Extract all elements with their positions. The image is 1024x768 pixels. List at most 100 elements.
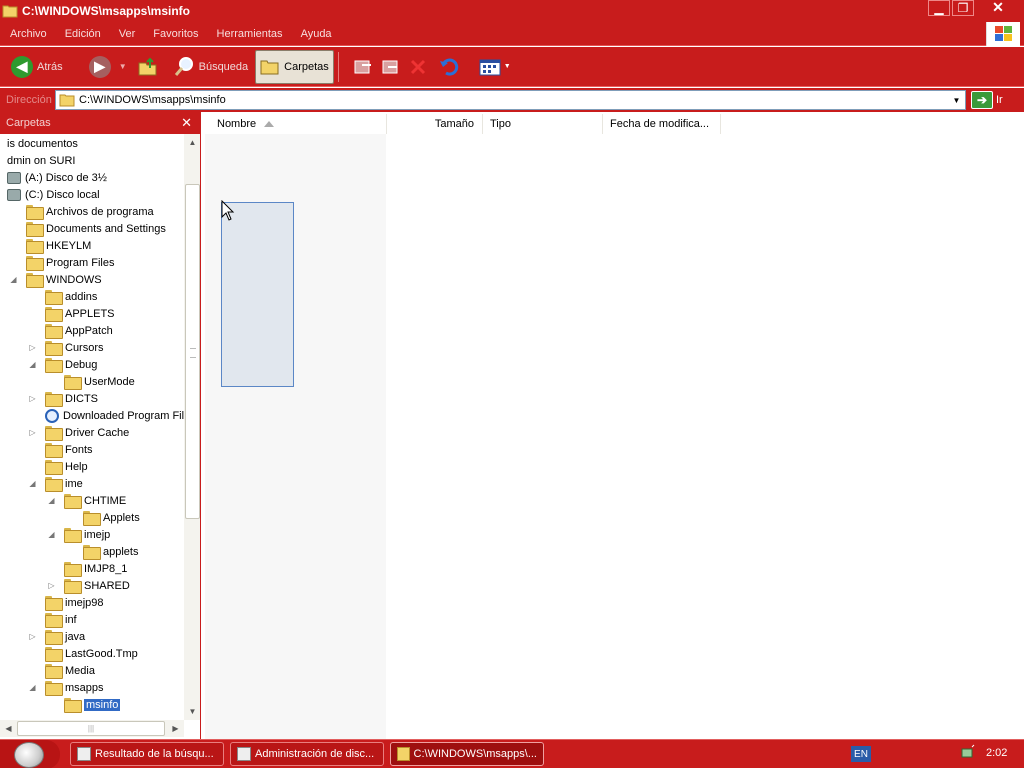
collapse-icon[interactable]: ◢ [47, 496, 56, 505]
tree-item[interactable]: IMJP8_1 [47, 560, 127, 577]
hscroll-thumb[interactable]: ||| [17, 721, 165, 736]
tree-item[interactable]: ▷ java [28, 628, 85, 645]
tree-item[interactable]: ▷ DICTS [28, 390, 98, 407]
tree-item[interactable]: Applets [66, 509, 140, 526]
collapse-icon[interactable]: ◢ [9, 275, 18, 284]
tree-item[interactable]: is documentos [0, 135, 78, 152]
tree-item[interactable]: APPLETS [28, 305, 115, 322]
tree-vertical-scrollbar[interactable]: ▲ ▼ [184, 134, 200, 720]
folder-icon [45, 460, 63, 475]
menu-ayuda[interactable]: Ayuda [291, 28, 340, 40]
menu-ver[interactable]: Ver [109, 28, 144, 40]
column-header-date[interactable]: Fecha de modifica... [603, 114, 721, 134]
menu-favoritos[interactable]: Favoritos [143, 28, 206, 40]
collapse-icon[interactable]: ◢ [28, 683, 37, 692]
network-tray-icon[interactable] [960, 744, 976, 760]
tree-item-label: Cursors [65, 341, 104, 354]
scroll-right-icon[interactable]: ▶ [167, 720, 184, 737]
tree-item[interactable]: Fonts [28, 441, 93, 458]
delete-button[interactable] [405, 50, 431, 84]
forward-dropdown-icon[interactable]: ▼ [119, 62, 127, 71]
minimize-button[interactable]: ▁ [928, 0, 950, 16]
tree-item[interactable]: ▷ Driver Cache [28, 424, 129, 441]
address-dropdown-icon[interactable]: ▼ [948, 91, 965, 109]
close-pane-icon[interactable]: ✕ [181, 115, 192, 131]
expand-icon[interactable]: ▷ [28, 632, 37, 641]
restore-button[interactable]: ❐ [952, 0, 974, 16]
tree-item[interactable]: (A:) Disco de 3½ [0, 169, 107, 186]
tree-item[interactable]: UserMode [47, 373, 135, 390]
start-button[interactable] [0, 740, 60, 768]
tree-item[interactable]: HKEYLM [9, 237, 91, 254]
folders-button[interactable]: Carpetas [255, 49, 334, 84]
tree-item[interactable]: ◢ WINDOWS [9, 271, 102, 288]
tree-item[interactable]: ◢ ime [28, 475, 83, 492]
column-header-name[interactable]: Nombre [205, 114, 387, 134]
tree-item[interactable]: ◢(C:) Disco local [0, 186, 100, 203]
tree-item[interactable]: dmin on SURI [0, 152, 75, 169]
move-to-button[interactable] [349, 50, 377, 84]
collapse-icon[interactable]: ◢ [28, 360, 37, 369]
expand-icon[interactable]: ▷ [47, 581, 56, 590]
scroll-up-icon[interactable]: ▲ [184, 134, 200, 151]
task-disk-management[interactable]: Administración de disc... [230, 742, 384, 766]
tree-item[interactable]: applets [66, 543, 138, 560]
column-header-size[interactable]: Tamaño [387, 114, 483, 134]
language-indicator[interactable]: EN [851, 746, 871, 762]
tree-item[interactable]: inf [28, 611, 77, 628]
tree-item[interactable]: ▷ Cursors [28, 339, 104, 356]
views-button[interactable]: ▼ [475, 50, 514, 84]
menu-archivo[interactable]: Archivo [0, 28, 55, 40]
tree-item[interactable]: Downloaded Program Files [28, 407, 184, 424]
tree-item[interactable]: Archivos de programa [9, 203, 154, 220]
file-list[interactable]: Nombre Tamaño Tipo Fecha de modifica... [205, 112, 1024, 739]
tree-item[interactable]: imejp98 [28, 594, 104, 611]
tree-item[interactable]: ◢ imejp [47, 526, 110, 543]
tree-item[interactable]: Help [28, 458, 88, 475]
tree-item[interactable]: msinfo [47, 696, 121, 713]
forward-button[interactable]: ▶ ▼ [86, 50, 130, 84]
explorer-window: C:\WINDOWS\msapps\msinfo ▁ ❐ ✕ Archivo E… [0, 0, 1024, 768]
views-dropdown-icon[interactable]: ▼ [504, 63, 511, 70]
tree-item[interactable]: ▷ SHARED [47, 577, 130, 594]
address-input[interactable]: C:\WINDOWS\msapps\msinfo ▼ [55, 90, 966, 110]
collapse-icon[interactable]: ◢ [28, 479, 37, 488]
tree-item-label: Applets [103, 511, 140, 524]
tree-item[interactable]: ◢ CHTIME [47, 492, 126, 509]
tree-item[interactable]: Documents and Settings [9, 220, 166, 237]
scroll-left-icon[interactable]: ◀ [0, 720, 17, 737]
copy-to-button[interactable] [377, 50, 405, 84]
folder-icon [26, 239, 44, 254]
search-button[interactable]: Búsqueda [170, 50, 252, 84]
delete-icon [410, 59, 425, 74]
tree-item[interactable]: Program Files [9, 254, 114, 271]
folder-icon [26, 205, 44, 220]
undo-button[interactable] [435, 50, 463, 84]
folder-icon [64, 562, 82, 577]
expand-icon[interactable]: ▷ [28, 343, 37, 352]
title-bar[interactable]: C:\WINDOWS\msapps\msinfo ▁ ❐ ✕ [0, 0, 1024, 22]
folder-icon [64, 698, 82, 713]
column-header-type[interactable]: Tipo [483, 114, 603, 134]
tree-item[interactable]: ◢ msapps [28, 679, 104, 696]
task-search-results[interactable]: Resultado de la búsqu... [70, 742, 224, 766]
scroll-down-icon[interactable]: ▼ [184, 703, 200, 720]
tree-item[interactable]: AppPatch [28, 322, 113, 339]
go-button[interactable]: ➔ [971, 91, 993, 109]
task-explorer-msinfo[interactable]: C:\WINDOWS\msapps\... [390, 742, 544, 766]
menu-herramientas[interactable]: Herramientas [207, 28, 291, 40]
close-button[interactable]: ✕ [976, 0, 1020, 16]
expand-icon[interactable]: ▷ [28, 394, 37, 403]
expand-icon[interactable]: ▷ [28, 428, 37, 437]
tree-item[interactable]: Media [28, 662, 95, 679]
tree-item[interactable]: LastGood.Tmp [28, 645, 138, 662]
up-folder-button[interactable] [134, 50, 162, 84]
tree-item[interactable]: addins [28, 288, 97, 305]
tree-item[interactable]: ◢ Debug [28, 356, 97, 373]
collapse-icon[interactable]: ◢ [47, 530, 56, 539]
back-button[interactable]: ◀ Atrás [8, 50, 66, 84]
tree-horizontal-scrollbar[interactable]: ◀ ||| ▶ [0, 720, 184, 737]
menu-edicion[interactable]: Edición [55, 28, 109, 40]
scroll-thumb[interactable] [185, 184, 200, 519]
go-label[interactable]: Ir [996, 94, 1003, 106]
